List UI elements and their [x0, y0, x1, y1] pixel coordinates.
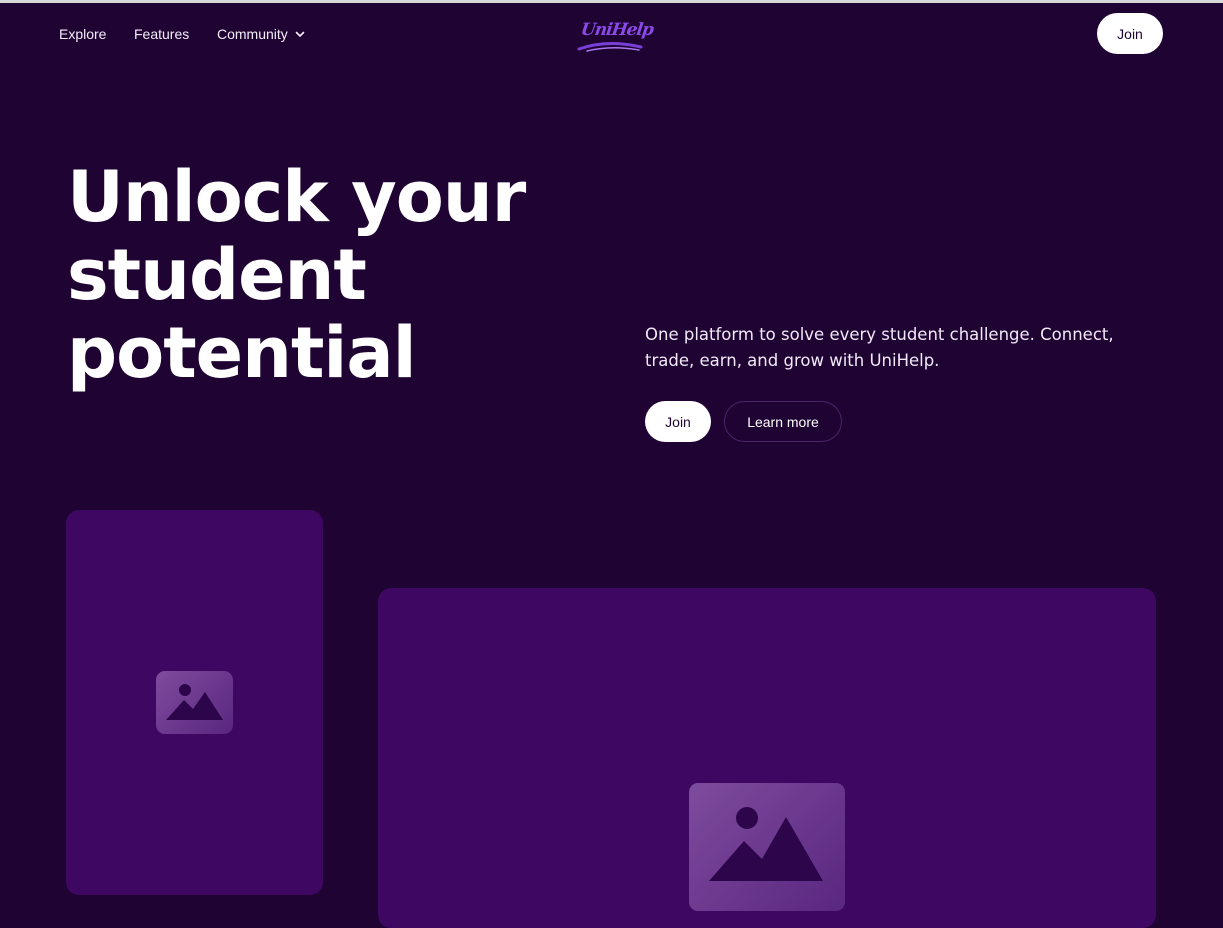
- nav-link-explore[interactable]: Explore: [59, 23, 106, 45]
- hero-image-card-right: [378, 588, 1156, 928]
- nav-join-button[interactable]: Join: [1097, 13, 1163, 54]
- top-navigation: Explore Features Community UniHelp Join: [0, 3, 1223, 65]
- logo-text: UniHelp: [579, 20, 655, 40]
- unihelp-logo[interactable]: UniHelp: [577, 17, 654, 55]
- hero-description: One platform to solve every student chal…: [645, 325, 1114, 370]
- hero-join-button[interactable]: Join: [645, 401, 711, 442]
- hero-title-line-1: Unlock your: [67, 156, 526, 238]
- hero-title: Unlock your student potential: [67, 158, 547, 392]
- nav-link-features[interactable]: Features: [134, 23, 189, 45]
- chevron-down-icon: [295, 31, 305, 37]
- hero-image-card-left: [66, 510, 323, 895]
- hero-title-line-3: potential: [67, 312, 417, 394]
- hero-title-line-2: student: [67, 234, 367, 316]
- image-icon: [156, 671, 233, 734]
- learn-more-button[interactable]: Learn more: [724, 401, 842, 442]
- image-icon: [689, 783, 845, 911]
- nav-link-community-label: Community: [217, 26, 288, 42]
- nav-link-community[interactable]: Community: [217, 23, 305, 45]
